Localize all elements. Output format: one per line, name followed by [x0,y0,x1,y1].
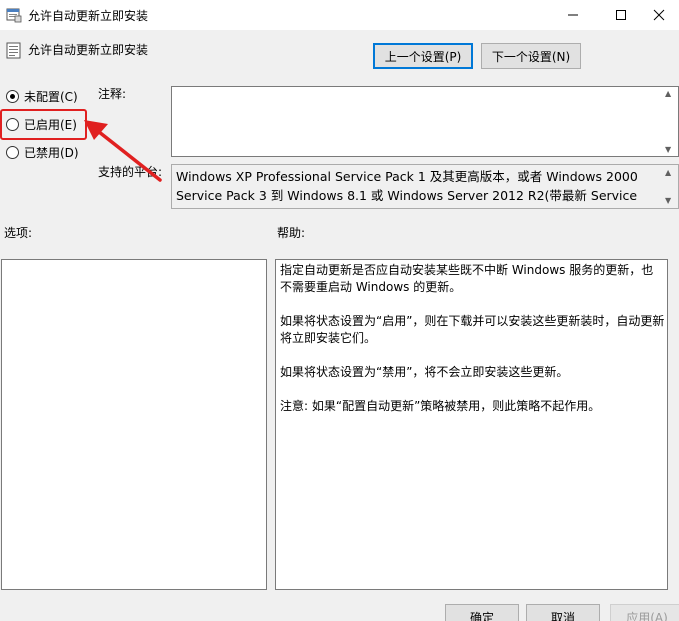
comment-label: 注释: [98,87,127,101]
supported-platforms-box: Windows XP Professional Service Pack 1 及… [171,164,679,209]
annotation-arrow-icon [84,120,162,182]
close-button[interactable] [636,0,679,30]
supported-platforms-text: Windows XP Professional Service Pack 1 及… [176,169,638,208]
window-title: 允许自动更新立即安装 [28,9,149,23]
radio-checked-icon [6,89,19,103]
options-label: 选项: [4,226,33,240]
radio-disabled[interactable]: 已禁用(D) [6,144,79,160]
help-text: 指定自动更新是否应自动安装某些既不中断 Windows 服务的更新，也不需要重启… [280,262,665,432]
minimize-icon [568,14,578,16]
help-label: 帮助: [277,226,306,240]
setting-title: 允许自动更新立即安装 [28,43,149,57]
help-panel: 指定自动更新是否应自动安装某些既不中断 Windows 服务的更新，也不需要重启… [275,259,668,590]
scroll-up-icon[interactable]: ▲ [665,89,671,98]
radio-not-configured[interactable]: 未配置(C) [6,88,78,104]
help-paragraph: 如果将状态设置为“禁用”，将不会立即安装这些更新。 [280,365,569,379]
cancel-button[interactable]: 取消 [526,604,600,621]
scroll-up-icon[interactable]: ▲ [665,168,671,177]
scroll-down-icon[interactable]: ▼ [665,196,671,205]
scroll-down-icon[interactable]: ▼ [665,145,671,154]
apply-button[interactable]: 应用(A) [610,604,679,621]
options-panel [1,259,267,590]
next-setting-button[interactable]: 下一个设置(N) [481,43,581,69]
title-bar: 允许自动更新立即安装 [0,0,679,30]
close-icon [653,9,665,21]
radio-label: 已禁用(D) [24,145,79,160]
help-paragraph: 注意: 如果“配置自动更新”策略被禁用，则此策略不起作用。 [280,399,601,413]
maximize-icon [616,10,626,20]
radio-label: 未配置(C) [24,89,78,104]
annotation-highlight-box [0,109,87,140]
previous-setting-button[interactable]: 上一个设置(P) [373,43,473,69]
help-paragraph: 指定自动更新是否应自动安装某些既不中断 Windows 服务的更新，也不需要重启… [280,263,654,294]
setting-icon [6,42,21,59]
supported-scrollbar[interactable]: ▲ ▼ [661,165,678,208]
minimize-button[interactable] [550,0,596,30]
comment-textarea[interactable]: ▲ ▼ [171,86,679,157]
comment-scrollbar[interactable]: ▲ ▼ [661,87,678,156]
help-paragraph: 如果将状态设置为“启用”，则在下载并可以安装这些更新装时，自动更新将立即安装它们… [280,314,665,345]
ok-button[interactable]: 确定 [445,604,519,621]
policy-icon [6,8,22,23]
radio-unchecked-icon [6,145,19,159]
